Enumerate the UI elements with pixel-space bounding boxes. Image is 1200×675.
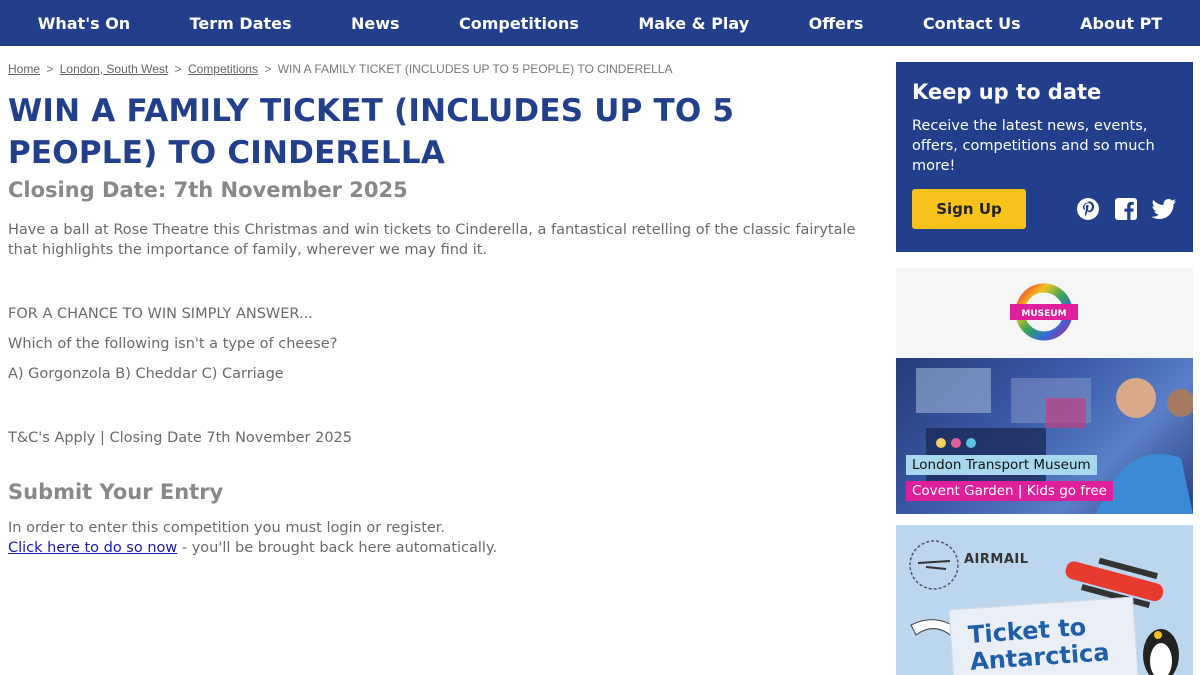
museum-logo-icon: MUSEUM	[1010, 283, 1078, 341]
sign-up-button[interactable]: Sign Up	[912, 189, 1026, 229]
breadcrumb-separator: >	[174, 62, 182, 76]
london-transport-museum-ad[interactable]: MUSEUM London Transport Museum Covent Ga…	[896, 268, 1193, 514]
breadcrumb: Home > London, South West > Competitions…	[8, 62, 868, 76]
submit-heading: Submit Your Entry	[8, 480, 224, 504]
pinterest-icon[interactable]	[1075, 196, 1101, 222]
entry-instructions: In order to enter this competition you m…	[8, 518, 868, 558]
breadcrumb-region[interactable]: London, South West	[60, 62, 169, 76]
nav-offers[interactable]: Offers	[803, 14, 870, 33]
entry-link-line: Click here to do so now - you'll be brou…	[8, 538, 868, 558]
question-prompt: FOR A CHANCE TO WIN SIMPLY ANSWER...	[8, 306, 313, 322]
nav-contact-us[interactable]: Contact Us	[917, 14, 1027, 33]
museum-name-label: London Transport Museum	[906, 455, 1097, 475]
twitter-icon[interactable]	[1151, 196, 1177, 222]
airmail-stamp-text: AIRMAIL	[964, 552, 1029, 567]
nav-whats-on[interactable]: What's On	[32, 14, 136, 33]
breadcrumb-current: WIN A FAMILY TICKET (INCLUDES UP TO 5 PE…	[277, 62, 673, 76]
social-links	[1075, 196, 1177, 222]
breadcrumb-separator: >	[264, 62, 272, 76]
answer-options: A) Gorgonzola B) Cheddar C) Carriage	[8, 366, 284, 382]
main-content: Home > London, South West > Competitions…	[8, 62, 868, 558]
facebook-icon[interactable]	[1113, 196, 1139, 222]
signup-actions: Sign Up	[912, 189, 1177, 229]
terms-text: T&C's Apply | Closing Date 7th November …	[8, 430, 353, 446]
signup-text: Receive the latest news, events, offers,…	[912, 118, 1155, 174]
question-text: Which of the following isn't a type of c…	[8, 336, 338, 352]
museum-logo-area: MUSEUM	[896, 268, 1193, 358]
closing-date: Closing Date: 7th November 2025	[8, 178, 408, 202]
breadcrumb-home[interactable]: Home	[8, 62, 40, 76]
intro-text: Have a ball at Rose Theatre this Christm…	[8, 222, 856, 258]
breadcrumb-separator: >	[46, 62, 54, 76]
newsletter-signup-box: Keep up to date Receive the latest news,…	[896, 62, 1193, 252]
nav-news[interactable]: News	[345, 14, 406, 33]
museum-logo-text: MUSEUM	[1021, 309, 1066, 319]
top-navigation: What's On Term Dates News Competitions M…	[0, 0, 1200, 46]
nav-term-dates[interactable]: Term Dates	[184, 14, 298, 33]
museum-offer-label: Covent Garden | Kids go free	[906, 481, 1113, 501]
login-link-suffix: - you'll be brought back here automatica…	[177, 540, 498, 556]
signup-heading: Keep up to date	[912, 80, 1102, 104]
nav-make-and-play[interactable]: Make & Play	[632, 14, 755, 33]
nav-about-pt[interactable]: About PT	[1074, 14, 1168, 33]
breadcrumb-competitions[interactable]: Competitions	[188, 62, 258, 76]
entry-instruction-text: In order to enter this competition you m…	[8, 520, 446, 536]
nav-competitions[interactable]: Competitions	[453, 14, 585, 33]
page-title: WIN A FAMILY TICKET (INCLUDES UP TO 5 PE…	[8, 93, 735, 171]
ticket-to-antarctica-ad[interactable]: AIRMAIL Ticket to Antarctica	[896, 525, 1193, 675]
login-link[interactable]: Click here to do so now	[8, 540, 177, 556]
